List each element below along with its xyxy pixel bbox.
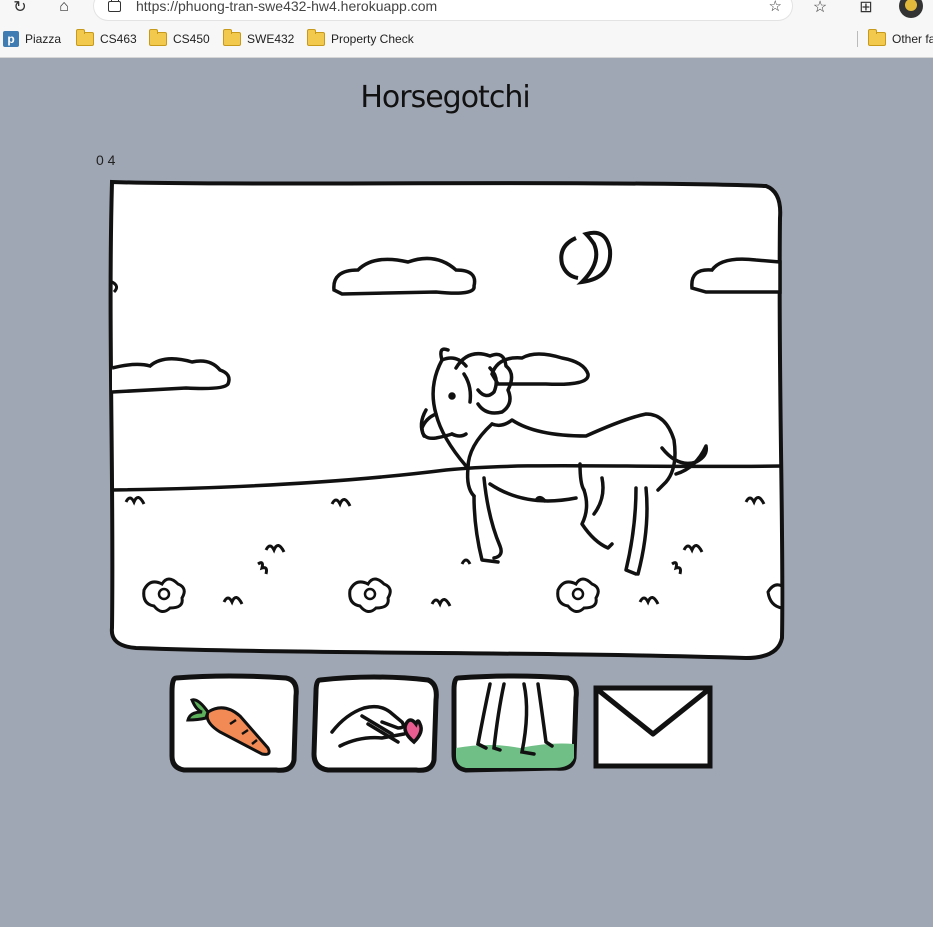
feed-button[interactable] bbox=[168, 672, 300, 774]
folder-icon bbox=[223, 29, 241, 46]
folder-icon bbox=[149, 29, 167, 46]
horse-scene bbox=[108, 179, 785, 661]
refresh-icon[interactable]: ↻ bbox=[8, 0, 32, 18]
page-title: Horsegotchi bbox=[360, 80, 530, 115]
address-url: https://phuong-tran-swe432-hw4.herokuapp… bbox=[136, 0, 438, 14]
lock-icon bbox=[108, 0, 121, 12]
bookmarks-bar: p Piazza CS463 CS450 SWE432 Property Che… bbox=[0, 28, 933, 50]
bookmark-cs463[interactable]: CS463 bbox=[76, 28, 137, 50]
bookmark-cs450[interactable]: CS450 bbox=[149, 28, 210, 50]
collections-icon[interactable]: ⊞ bbox=[854, 0, 878, 18]
pet-button[interactable] bbox=[310, 672, 440, 774]
piazza-icon: p bbox=[3, 31, 19, 47]
browser-toolbar: ↻ ⌂ https://phuong-tran-swe432-hw4.herok… bbox=[0, 0, 933, 22]
bookmark-label: CS463 bbox=[100, 32, 137, 46]
bookmark-label: Property Check bbox=[331, 32, 414, 46]
bookmark-swe432[interactable]: SWE432 bbox=[223, 28, 294, 50]
bookmark-label: Piazza bbox=[25, 32, 62, 46]
folder-icon bbox=[868, 29, 886, 46]
favorites-icon[interactable]: ☆ bbox=[808, 0, 832, 18]
add-favorite-icon[interactable]: ☆ bbox=[769, 0, 782, 15]
bookmarks-separator bbox=[857, 31, 858, 47]
bookmark-label: Other fa bbox=[892, 32, 933, 46]
bookmark-piazza[interactable]: p Piazza bbox=[3, 28, 61, 50]
folder-icon bbox=[76, 29, 94, 46]
cloud-shape bbox=[111, 357, 231, 394]
stat-counter: 0 4 bbox=[96, 152, 116, 168]
browser-chrome: ↻ ⌂ https://phuong-tran-swe432-hw4.herok… bbox=[0, 0, 933, 58]
bookmark-label: CS450 bbox=[173, 32, 210, 46]
bookmark-property-check[interactable]: Property Check bbox=[307, 28, 414, 50]
mail-button[interactable] bbox=[590, 672, 716, 774]
bookmark-label: SWE432 bbox=[247, 32, 295, 46]
folder-icon bbox=[307, 29, 325, 46]
bookmark-other-favorites[interactable]: Other fa bbox=[868, 28, 933, 50]
home-icon[interactable]: ⌂ bbox=[52, 0, 76, 18]
walk-button[interactable] bbox=[450, 672, 580, 774]
address-bar[interactable]: https://phuong-tran-swe432-hw4.herokuapp… bbox=[94, 0, 792, 20]
profile-avatar[interactable] bbox=[899, 0, 923, 18]
